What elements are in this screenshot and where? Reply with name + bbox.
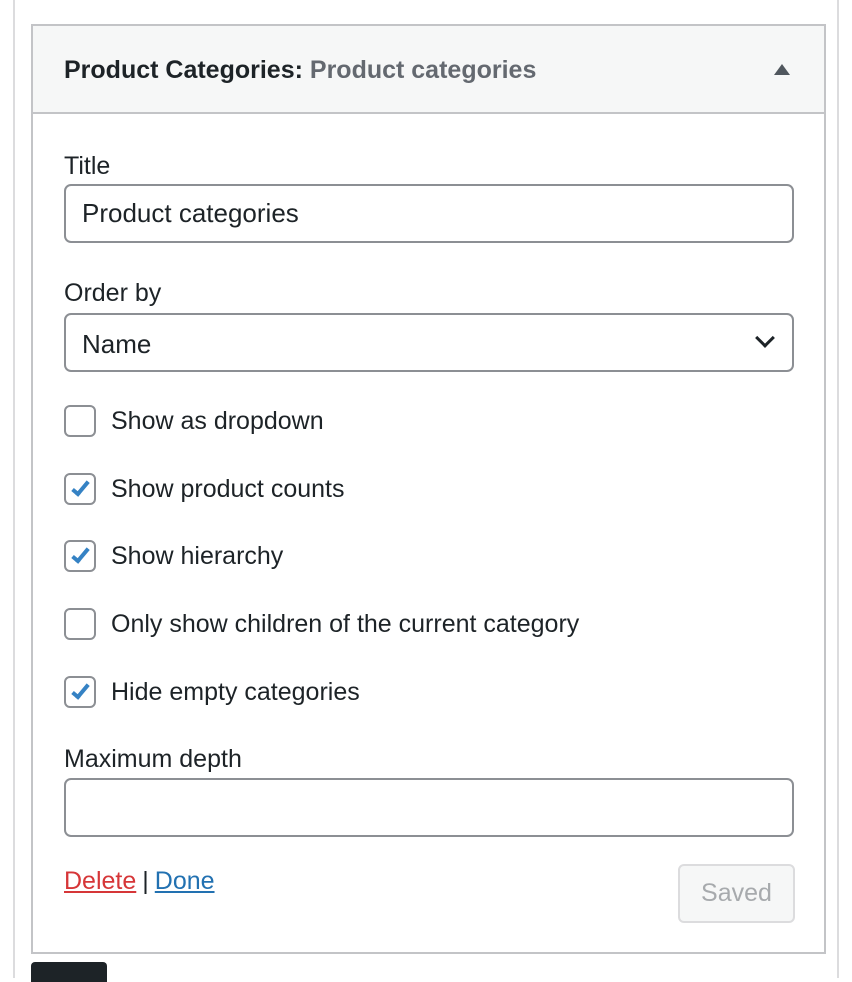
checkbox-row-product-counts: Show product counts [64,473,764,507]
checkbox-row-show-dropdown: Show as dropdown [64,405,764,439]
maximum-depth-label: Maximum depth [64,745,242,773]
widget-header[interactable]: Product Categories: Product categories [33,26,824,114]
widget-instance-title: Product categories [309,56,537,84]
delete-link[interactable]: Delete [64,867,136,895]
product-categories-widget: Product Categories: Product categories T… [31,24,826,954]
collapse-arrow-icon[interactable] [774,64,790,75]
checkmark-icon [71,477,90,497]
widget-actions: Delete | Done [64,867,215,896]
show-product-counts-label[interactable]: Show product counts [111,475,344,504]
checkmark-icon [71,680,90,700]
title-label: Title [64,152,111,180]
hide-empty-label[interactable]: Hide empty categories [111,678,360,707]
order-by-value: Name [82,329,152,359]
show-hierarchy-label[interactable]: Show hierarchy [111,542,283,571]
widget-title: Product Categories: Product categories [64,56,536,85]
show-dropdown-checkbox[interactable] [64,405,96,437]
maximum-depth-input[interactable] [64,778,794,837]
show-dropdown-label[interactable]: Show as dropdown [111,407,324,436]
done-link[interactable]: Done [155,867,215,895]
checkbox-row-only-children: Only show children of the current catego… [64,608,764,642]
actions-separator: | [142,867,149,895]
saved-button[interactable]: Saved [678,864,795,923]
checkmark-icon [71,544,90,564]
widget-title-separator: : [294,56,303,84]
bottom-button-edge[interactable] [31,962,107,982]
checkbox-row-hierarchy: Show hierarchy [64,540,764,574]
title-input[interactable] [64,184,794,243]
hide-empty-checkbox[interactable] [64,676,96,708]
widget-name: Product Categories [64,56,295,84]
checkbox-row-hide-empty: Hide empty categories [64,676,764,710]
chevron-down-icon [755,328,775,348]
order-by-label: Order by [64,279,162,307]
show-hierarchy-checkbox[interactable] [64,540,96,572]
only-children-checkbox[interactable] [64,608,96,640]
only-children-label[interactable]: Only show children of the current catego… [111,610,579,639]
order-by-select[interactable]: Name [64,313,794,372]
show-product-counts-checkbox[interactable] [64,473,96,505]
